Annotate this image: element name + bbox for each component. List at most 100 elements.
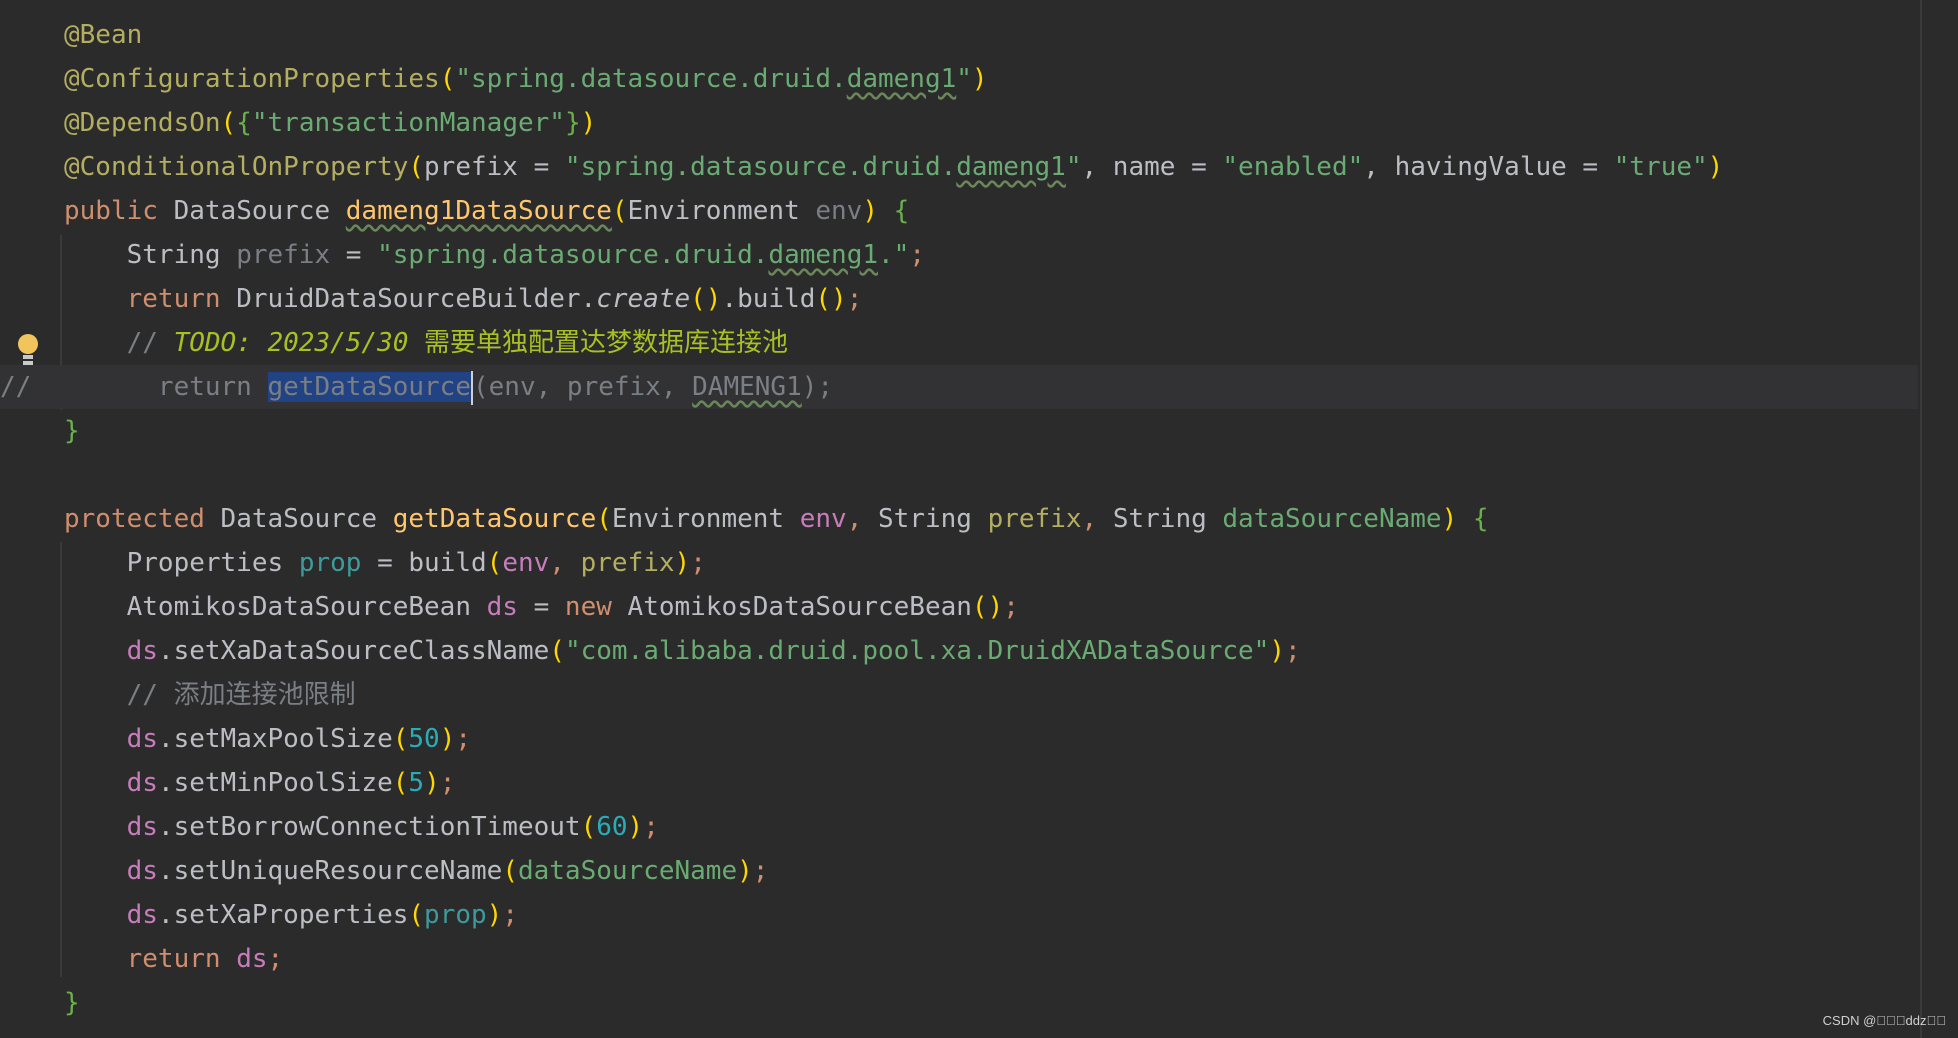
brace: } bbox=[64, 416, 80, 446]
operator: = bbox=[517, 592, 565, 622]
semicolon: ; bbox=[1003, 592, 1019, 622]
method-call: .setXaDataSourceClassName bbox=[157, 636, 550, 666]
keyword: public bbox=[64, 196, 174, 226]
paren: ) bbox=[1269, 636, 1285, 666]
local-variable: ds bbox=[126, 636, 158, 666]
keyword: return bbox=[64, 944, 237, 974]
type-name: DataSource bbox=[220, 504, 393, 534]
typo-warning-word: dameng1 bbox=[846, 64, 957, 94]
type-name: String bbox=[1112, 504, 1223, 534]
paren: ( bbox=[392, 768, 409, 798]
local-variable: prop bbox=[298, 548, 362, 578]
brace: { bbox=[893, 196, 910, 226]
code-line-4[interactable]: @ConditionalOnProperty(prefix = "spring.… bbox=[0, 145, 1918, 189]
paren: ) bbox=[737, 856, 753, 886]
type-name: DataSource bbox=[173, 196, 346, 226]
code-line-12[interactable]: protected DataSource getDataSource(Envir… bbox=[0, 497, 1918, 541]
parameter: dataSourceName bbox=[1222, 504, 1442, 534]
selected-text[interactable]: getDataSource bbox=[267, 372, 471, 402]
method-call: .setMinPoolSize bbox=[157, 768, 393, 798]
operator: = bbox=[330, 240, 378, 270]
semicolon: ; bbox=[846, 284, 863, 314]
typo-warning-word: dameng1 bbox=[768, 240, 878, 270]
brace: } bbox=[564, 108, 581, 138]
annotation-depends-on: @DependsOn bbox=[64, 108, 221, 138]
semicolon: ; bbox=[439, 768, 456, 798]
keyword: return bbox=[64, 284, 237, 314]
code-line-5[interactable]: public DataSource dameng1DataSource(Envi… bbox=[0, 189, 1918, 233]
code-editor[interactable]: @Bean @ConfigurationProperties("spring.d… bbox=[0, 0, 1958, 1038]
string-quote: " bbox=[956, 64, 972, 94]
code-line-1[interactable]: @Bean bbox=[0, 13, 1918, 57]
comment: (env, prefix, bbox=[473, 372, 693, 402]
string-literal: "spring.datasource.druid. bbox=[564, 152, 957, 182]
string-literal: "transactionManager" bbox=[251, 108, 565, 138]
type-name: String bbox=[878, 504, 988, 534]
code-line-13[interactable]: Properties prop = build(env, prefix); bbox=[0, 541, 1918, 585]
method-call: = build bbox=[361, 548, 487, 578]
class-name: DruidDataSourceBuilder. bbox=[236, 284, 597, 314]
number-literal: 60 bbox=[596, 812, 628, 842]
code-line-6[interactable]: String prefix = "spring.datasource.druid… bbox=[0, 233, 1918, 277]
code-line-9-current[interactable]: // return getDataSource(env, prefix, DAM… bbox=[0, 365, 1918, 409]
paren: ) bbox=[627, 812, 644, 842]
paren: ) bbox=[486, 900, 503, 930]
code-line-14[interactable]: AtomikosDataSourceBean ds = new Atomikos… bbox=[0, 585, 1918, 629]
code-line-7[interactable]: return DruidDataSourceBuilder.create().b… bbox=[0, 277, 1918, 321]
code-line-10[interactable]: } bbox=[0, 409, 1918, 453]
paren: ( bbox=[439, 64, 456, 94]
code-line-22[interactable]: return ds; bbox=[0, 937, 1918, 981]
local-variable: ds bbox=[126, 724, 158, 754]
brace: { bbox=[236, 108, 252, 138]
paren: ( bbox=[220, 108, 237, 138]
type-name: Properties bbox=[64, 548, 299, 578]
code-line-2[interactable]: @ConfigurationProperties("spring.datasou… bbox=[0, 57, 1918, 101]
code-line-21[interactable]: ds.setXaProperties(prop); bbox=[0, 893, 1918, 937]
unused-variable: prefix bbox=[236, 240, 331, 270]
string-literal: "spring.datasource.druid. bbox=[455, 64, 847, 94]
comment: // 添加连接池限制 bbox=[64, 680, 356, 710]
string-literal: "spring.datasource.druid. bbox=[377, 240, 769, 270]
semicolon: ; bbox=[909, 240, 925, 270]
paren: ) bbox=[862, 196, 894, 226]
code-line-19[interactable]: ds.setBorrowConnectionTimeout(60); bbox=[0, 805, 1918, 849]
parameter-ref: env bbox=[502, 548, 550, 578]
local-variable: ds bbox=[486, 592, 518, 622]
code-line-17[interactable]: ds.setMaxPoolSize(50); bbox=[0, 717, 1918, 761]
typo-warning-word: DAMENG1 bbox=[692, 372, 802, 402]
comma: , bbox=[1081, 504, 1113, 534]
parameter: prefix bbox=[987, 504, 1082, 534]
method-call: .setUniqueResourceName bbox=[157, 856, 503, 886]
code-line-23[interactable]: } bbox=[0, 981, 1918, 1025]
code-line-20[interactable]: ds.setUniqueResourceName(dataSourceName)… bbox=[0, 849, 1918, 893]
code-line-16[interactable]: // 添加连接池限制 bbox=[0, 673, 1918, 717]
code-line-3[interactable]: @DependsOn({"transactionManager"}) bbox=[0, 101, 1918, 145]
paren: ) bbox=[1441, 504, 1473, 534]
paren: ) bbox=[580, 108, 597, 138]
number-literal: 5 bbox=[408, 768, 425, 798]
attribute-name: , havingValue = bbox=[1363, 152, 1614, 182]
code-line-15[interactable]: ds.setXaDataSourceClassName("com.alibaba… bbox=[0, 629, 1918, 673]
type-name: Environment bbox=[611, 504, 800, 534]
annotation-conditional-on-property: @ConditionalOnProperty bbox=[64, 152, 409, 182]
method-call: .build bbox=[721, 284, 816, 314]
todo-comment: TODO: 2023/5/30 bbox=[173, 328, 425, 358]
right-margin-guide bbox=[1920, 0, 1922, 1038]
local-variable: ds bbox=[126, 856, 158, 886]
paren: ) bbox=[424, 768, 440, 798]
local-variable: ds bbox=[126, 812, 158, 842]
paren: ( bbox=[580, 812, 597, 842]
paren: ( bbox=[486, 548, 503, 578]
code-line-8[interactable]: // TODO: 2023/5/30 需要单独配置达梦数据库连接池 bbox=[0, 321, 1918, 365]
keyword: new bbox=[564, 592, 628, 622]
type-name: AtomikosDataSourceBean bbox=[64, 592, 487, 622]
paren: ( bbox=[408, 152, 425, 182]
semicolon: ; bbox=[502, 900, 518, 930]
local-variable: ds bbox=[236, 944, 268, 974]
paren: ( bbox=[549, 636, 565, 666]
code-line-18[interactable]: ds.setMinPoolSize(5); bbox=[0, 761, 1918, 805]
